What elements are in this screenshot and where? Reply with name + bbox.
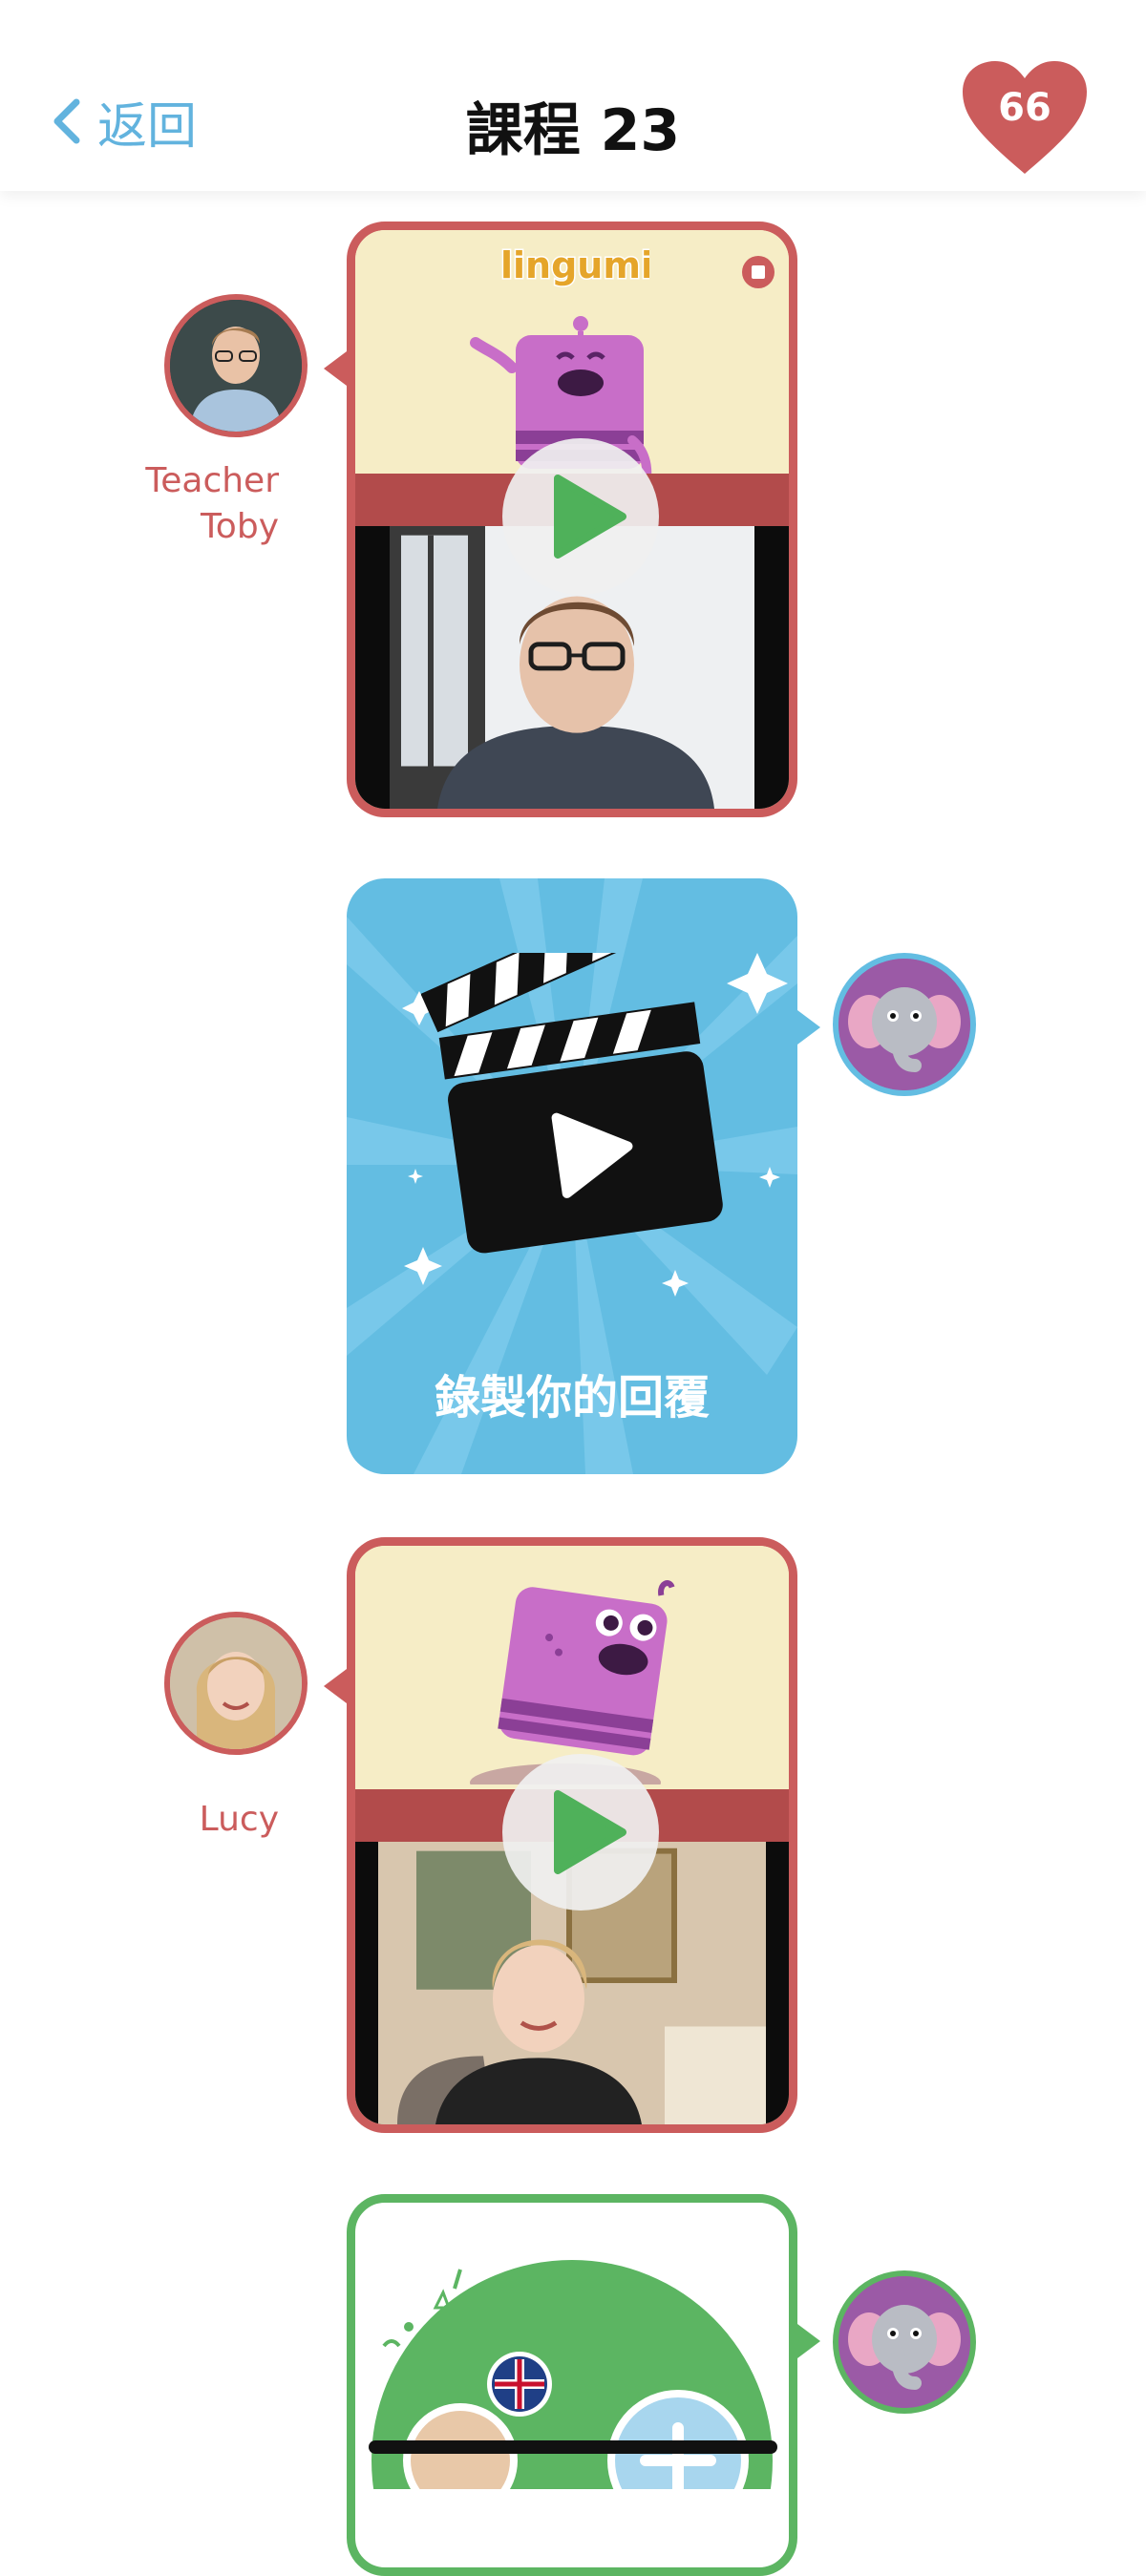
elephant-icon (838, 959, 970, 1090)
play-icon (554, 475, 626, 559)
elephant-icon (838, 2276, 970, 2408)
purple-mascot-icon (470, 1580, 675, 1784)
bubble-tail (797, 2324, 820, 2358)
hearts-badge[interactable]: 66 (961, 59, 1089, 178)
lucy-avatar[interactable] (164, 1612, 308, 1755)
character-scene (355, 1546, 789, 1789)
user-avatar-elephant[interactable] (833, 953, 976, 1096)
play-button[interactable] (502, 438, 659, 595)
record-reply-label: 錄製你的回覆 (434, 1371, 710, 1425)
clapperboard-icon (421, 953, 723, 1254)
hearts-count: 66 (998, 86, 1051, 130)
add-response-card[interactable] (347, 2194, 797, 2576)
play-button[interactable] (502, 1754, 659, 1911)
record-reply-card[interactable]: 錄製你的回覆 (347, 878, 797, 1474)
lucy-video-card[interactable] (347, 1537, 797, 2133)
teacher-name-line1: Teacher (145, 461, 279, 500)
teacher-portrait-image (170, 300, 302, 432)
teacher-video-card[interactable]: lingumi (347, 222, 797, 817)
svg-text:lingumi: lingumi (500, 244, 649, 286)
teacher-name: Teacher Toby (69, 458, 279, 550)
character-scene: lingumi (355, 230, 789, 488)
teacher-name-line2: Toby (200, 507, 279, 546)
home-indicator[interactable] (369, 2440, 777, 2454)
teacher-avatar[interactable] (164, 294, 308, 437)
bubble-tail (324, 351, 347, 386)
bubble-tail (324, 1669, 347, 1703)
user-avatar-elephant[interactable] (833, 2270, 976, 2414)
stop-icon[interactable] (739, 253, 777, 291)
lucy-portrait-image (170, 1617, 302, 1749)
lingumi-logo: lingumi (499, 243, 650, 288)
play-icon (554, 1790, 626, 1874)
lucy-name: Lucy (199, 1800, 279, 1839)
bubble-tail (797, 1010, 820, 1045)
nav-header: 返回 課程 23 66 (0, 0, 1146, 191)
